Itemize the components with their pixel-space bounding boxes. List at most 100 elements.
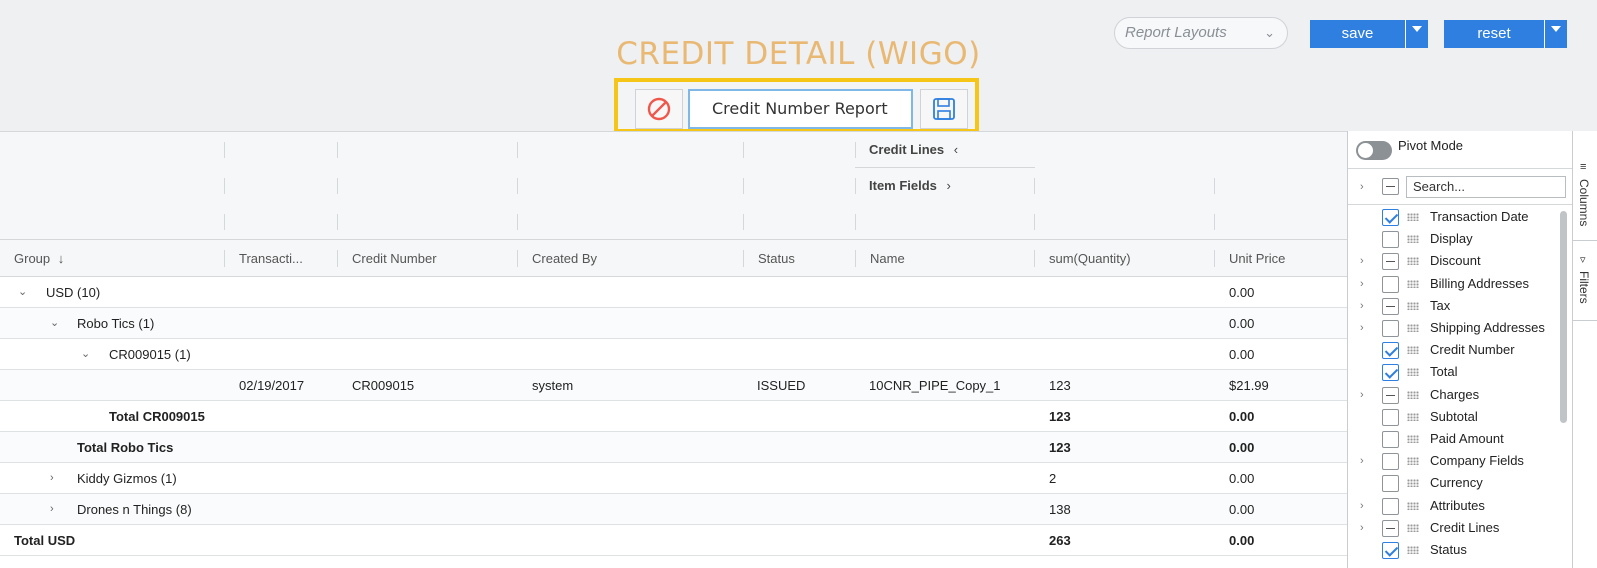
column-checkbox[interactable] bbox=[1382, 253, 1399, 271]
drag-handle-icon[interactable] bbox=[1407, 546, 1419, 554]
chevron-down-icon[interactable]: ⌄ bbox=[81, 339, 90, 370]
drag-handle-icon[interactable] bbox=[1407, 479, 1419, 488]
column-list-item[interactable]: Credit Number bbox=[1348, 339, 1573, 362]
column-list-item[interactable]: › Credit Lines bbox=[1348, 517, 1573, 540]
drag-handle-icon[interactable] bbox=[1407, 324, 1419, 332]
drag-handle-icon[interactable] bbox=[1407, 279, 1419, 288]
column-header-credit-number[interactable]: Credit Number bbox=[338, 240, 517, 277]
table-row[interactable]: ⌄ Robo Tics (1) 0.00 bbox=[0, 308, 1347, 339]
drag-handle-icon[interactable] bbox=[1407, 257, 1419, 266]
save-button[interactable]: save bbox=[1310, 20, 1405, 48]
column-header-unit-price[interactable]: Unit Price bbox=[1215, 240, 1347, 277]
column-checkbox[interactable] bbox=[1382, 542, 1399, 559]
report-layouts-select[interactable]: Report Layouts ⌄ bbox=[1114, 17, 1288, 49]
column-header-name[interactable]: Name bbox=[856, 240, 1034, 277]
chevron-right-icon[interactable]: › bbox=[1360, 495, 1364, 517]
drag-handle-icon[interactable] bbox=[1407, 523, 1419, 532]
column-list-item[interactable]: › Charges bbox=[1348, 384, 1573, 407]
column-list-label: Credit Lines bbox=[1430, 519, 1500, 535]
drag-handle-icon[interactable] bbox=[1407, 412, 1419, 421]
save-name-button[interactable] bbox=[920, 89, 968, 129]
tab-filters[interactable]: ▿ Filters bbox=[1573, 241, 1597, 321]
chevron-down-icon[interactable]: ⌄ bbox=[50, 308, 59, 339]
column-list-item[interactable]: › Tax bbox=[1348, 295, 1573, 318]
drag-handle-icon[interactable] bbox=[1407, 301, 1419, 310]
reset-options-button[interactable] bbox=[1544, 20, 1567, 48]
column-list-scrollbar[interactable] bbox=[1560, 211, 1567, 423]
cancel-rename-button[interactable] bbox=[635, 89, 683, 129]
column-checkbox[interactable] bbox=[1382, 408, 1399, 426]
drag-handle-icon[interactable] bbox=[1407, 501, 1419, 510]
column-checkbox[interactable] bbox=[1382, 231, 1399, 249]
column-header-created-by[interactable]: Created By bbox=[518, 240, 743, 277]
column-checkbox[interactable] bbox=[1382, 342, 1399, 360]
filter-icon: ▿ bbox=[1580, 254, 1586, 266]
chevron-right-icon[interactable]: › bbox=[1360, 250, 1364, 272]
column-list-item[interactable]: Total bbox=[1348, 361, 1573, 384]
chevron-right-icon[interactable]: › bbox=[1360, 517, 1364, 539]
table-row[interactable]: ⌄ USD (10) 0.00 bbox=[0, 277, 1347, 308]
drag-handle-icon[interactable] bbox=[1407, 368, 1419, 377]
chevron-right-icon[interactable]: › bbox=[1360, 384, 1364, 406]
item-fields-group-toggle[interactable]: Item Fields › bbox=[869, 168, 951, 204]
chevron-right-icon[interactable]: › bbox=[50, 463, 54, 494]
column-checkbox[interactable] bbox=[1382, 431, 1399, 448]
column-header-group[interactable]: Group ↓ bbox=[0, 240, 224, 277]
column-header-status[interactable]: Status bbox=[744, 240, 855, 277]
column-list-item[interactable]: › Billing Addresses bbox=[1348, 273, 1573, 296]
chevron-right-icon[interactable]: › bbox=[1360, 317, 1364, 339]
column-list-item[interactable]: Paid Amount bbox=[1348, 428, 1573, 451]
column-checkbox[interactable] bbox=[1382, 320, 1399, 337]
select-all-checkbox[interactable] bbox=[1382, 178, 1399, 195]
column-checkbox[interactable] bbox=[1382, 453, 1399, 471]
column-checkbox[interactable] bbox=[1382, 297, 1399, 315]
pivot-mode-toggle[interactable] bbox=[1356, 141, 1392, 160]
column-checkbox[interactable] bbox=[1382, 364, 1399, 382]
chevron-right-icon[interactable]: › bbox=[1360, 295, 1364, 317]
column-list-item[interactable]: › Attributes bbox=[1348, 495, 1573, 518]
table-row[interactable]: Total Robo Tics 123 0.00 bbox=[0, 432, 1347, 463]
column-checkbox[interactable] bbox=[1382, 497, 1399, 515]
chevron-down-icon[interactable]: ⌄ bbox=[18, 277, 27, 308]
drag-handle-icon[interactable] bbox=[1407, 346, 1419, 355]
column-list-item[interactable]: › Company Fields bbox=[1348, 450, 1573, 473]
drag-handle-icon[interactable] bbox=[1407, 457, 1419, 466]
column-list-item[interactable]: Currency bbox=[1348, 472, 1573, 495]
column-checkbox[interactable] bbox=[1382, 519, 1399, 537]
table-row[interactable]: › Drones n Things (8) 138 0.00 bbox=[0, 494, 1347, 525]
chevron-right-icon[interactable]: › bbox=[1360, 450, 1364, 472]
drag-handle-icon[interactable] bbox=[1407, 435, 1419, 443]
tab-columns[interactable]: ≡ Columns bbox=[1573, 131, 1597, 241]
column-list-item[interactable]: Subtotal bbox=[1348, 406, 1573, 429]
chevron-right-icon[interactable]: › bbox=[50, 494, 54, 525]
column-checkbox[interactable] bbox=[1382, 475, 1399, 493]
column-checkbox[interactable] bbox=[1382, 275, 1399, 293]
report-name-input[interactable]: Credit Number Report bbox=[688, 89, 913, 129]
credit-lines-group-toggle[interactable]: Credit Lines ‹ bbox=[869, 132, 958, 168]
drag-handle-icon[interactable] bbox=[1407, 235, 1419, 244]
column-list-label: Subtotal bbox=[1430, 408, 1478, 424]
table-row[interactable]: ⌄ CR009015 (1) 0.00 bbox=[0, 339, 1347, 370]
chevron-right-icon[interactable]: › bbox=[1360, 169, 1364, 205]
table-row[interactable]: Total USD 263 0.00 bbox=[0, 525, 1347, 556]
column-search-input[interactable]: Search... bbox=[1406, 176, 1566, 198]
table-row[interactable]: Total CR009015 123 0.00 bbox=[0, 401, 1347, 432]
table-row[interactable]: › Kiddy Gizmos (1) 2 0.00 bbox=[0, 463, 1347, 494]
save-options-button[interactable] bbox=[1405, 20, 1428, 48]
column-list-item[interactable]: Transaction Date bbox=[1348, 206, 1573, 229]
drag-handle-icon[interactable] bbox=[1407, 390, 1419, 399]
drag-handle-icon[interactable] bbox=[1407, 213, 1419, 221]
column-list-item[interactable]: Display bbox=[1348, 228, 1573, 251]
column-header-transaction-date[interactable]: Transacti... bbox=[225, 240, 337, 277]
reset-button[interactable]: reset bbox=[1444, 20, 1544, 48]
column-header-sum-quantity[interactable]: sum(Quantity) bbox=[1035, 240, 1214, 277]
column-list-item[interactable]: Status bbox=[1348, 539, 1573, 562]
floppy-disk-icon bbox=[933, 98, 955, 120]
table-row[interactable]: 02/19/2017 CR009015 system ISSUED 10CNR_… bbox=[0, 370, 1347, 401]
column-checkbox[interactable] bbox=[1382, 209, 1399, 226]
column-list-item[interactable]: › Discount bbox=[1348, 250, 1573, 273]
column-list-item[interactable]: › Shipping Addresses bbox=[1348, 317, 1573, 340]
column-list-label: Credit Number bbox=[1430, 342, 1515, 358]
chevron-right-icon[interactable]: › bbox=[1360, 273, 1364, 295]
column-checkbox[interactable] bbox=[1382, 386, 1399, 404]
